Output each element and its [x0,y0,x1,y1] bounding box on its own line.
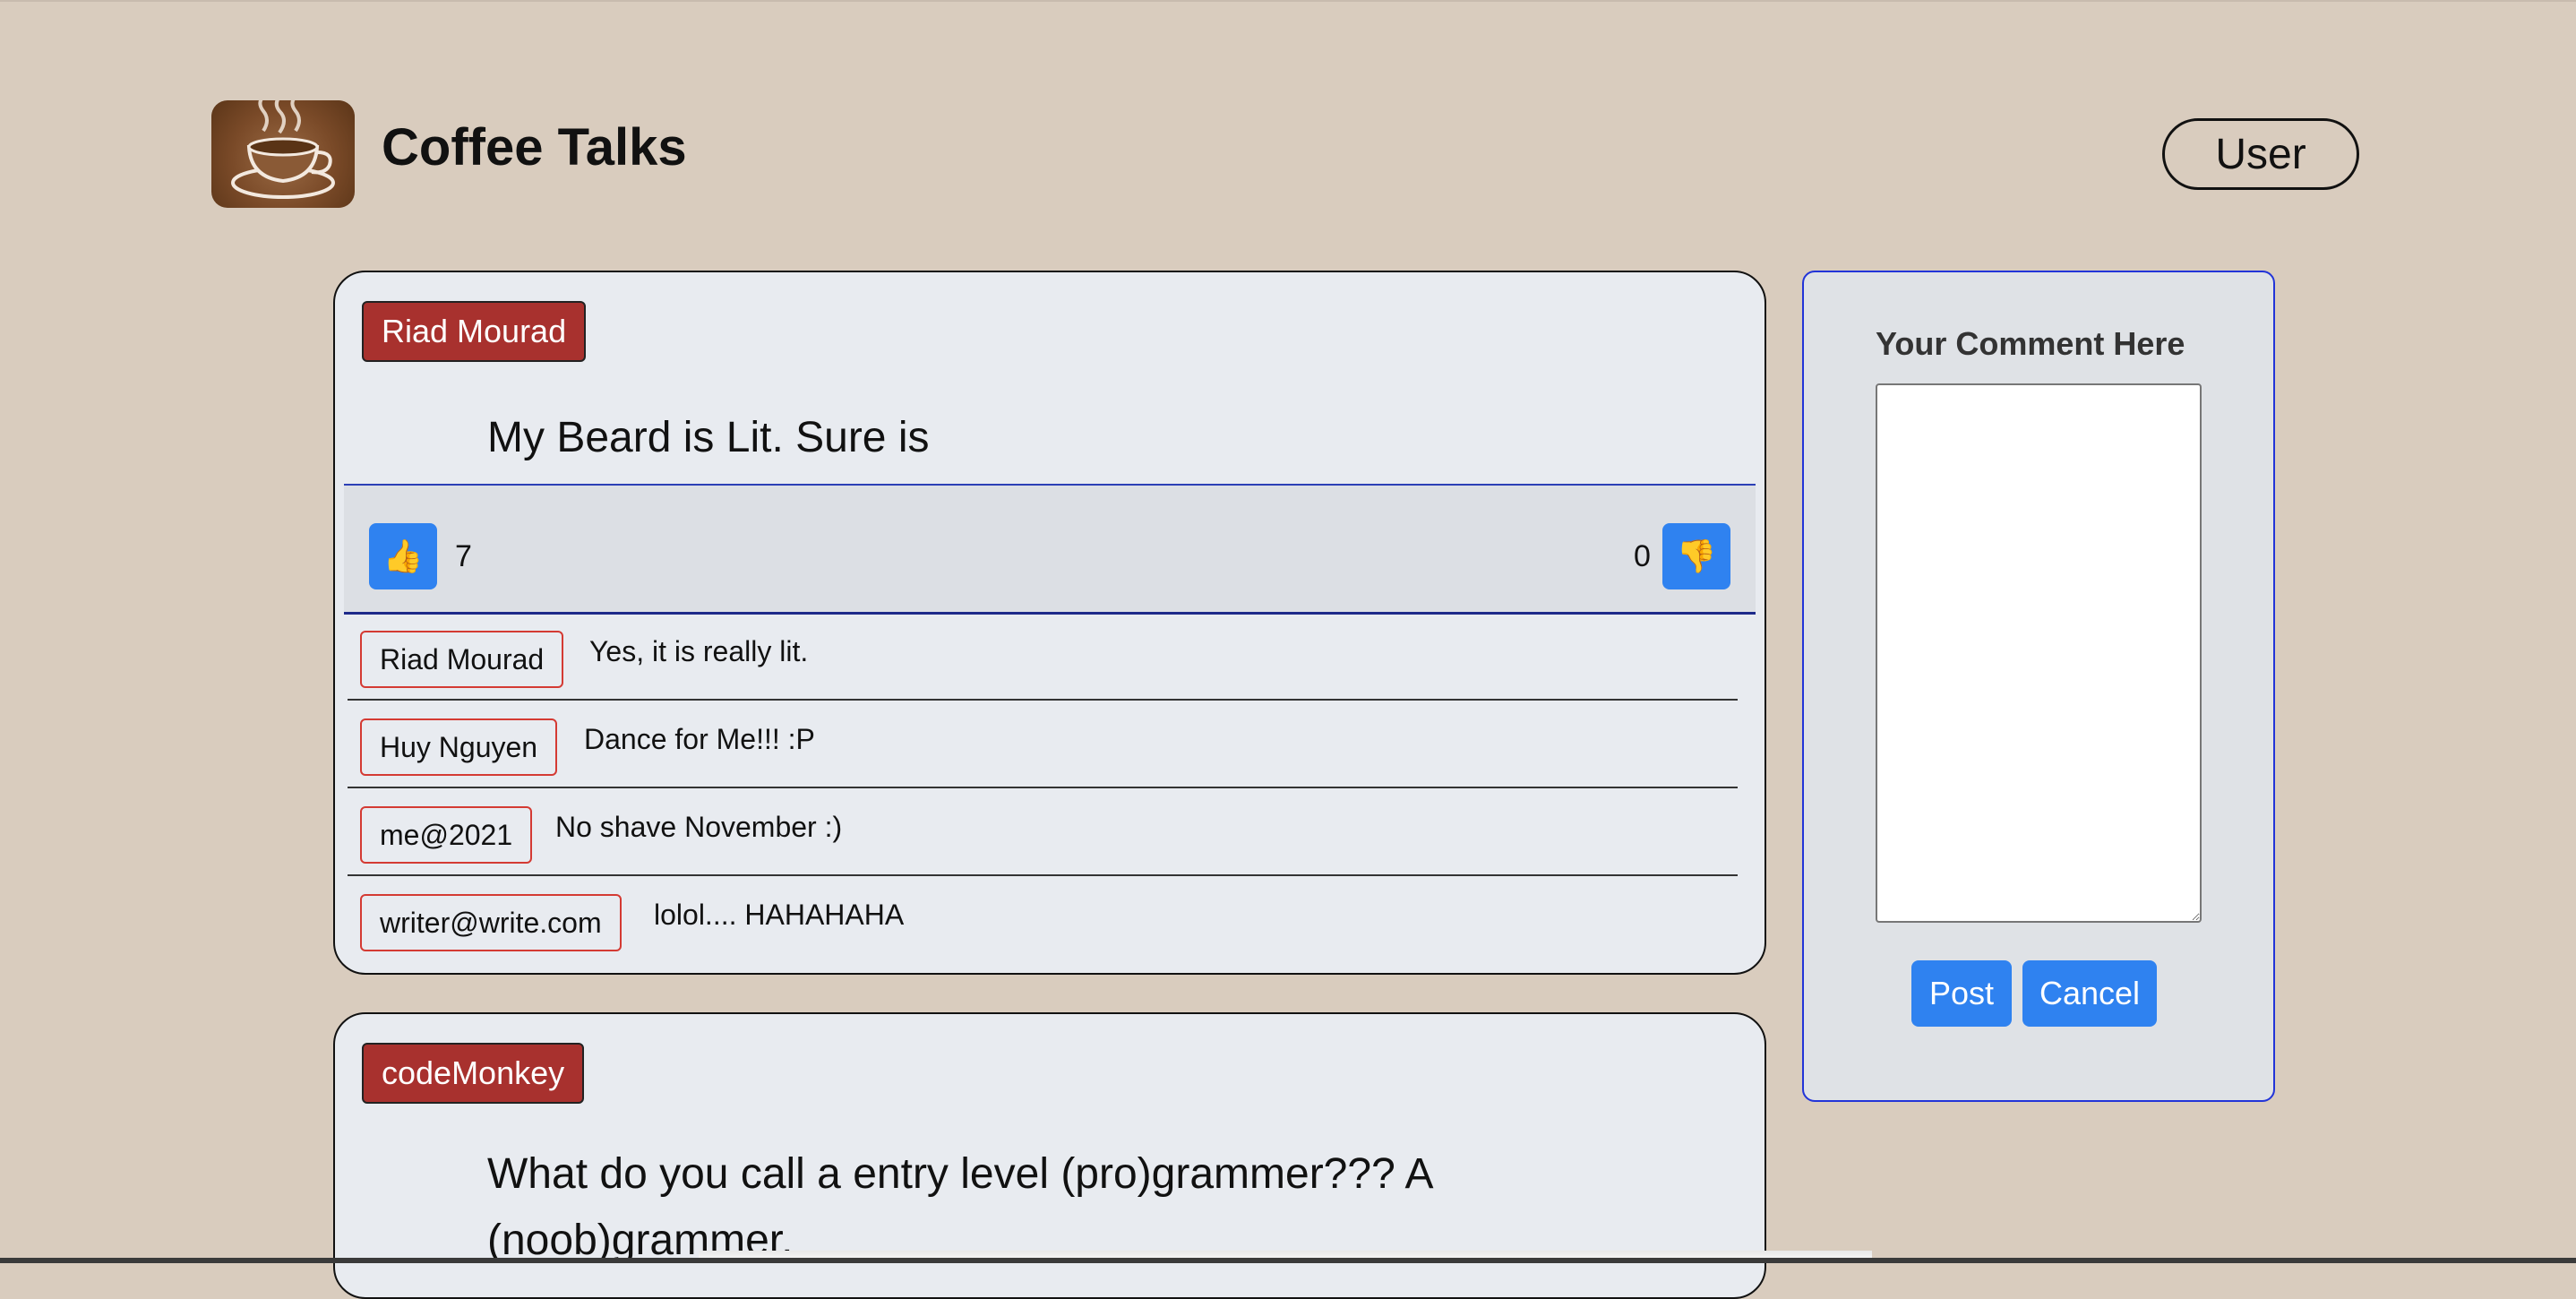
site-title: Coffee Talks [382,118,687,176]
comment-text: No shave November :) [555,811,843,843]
comment-author[interactable]: Riad Mourad [360,631,564,688]
thumbs-up-icon: 👍 [382,538,424,574]
post-button[interactable]: Post [1911,960,2012,1027]
like-button[interactable]: 👍 [369,523,437,589]
comment-row: writer@write.com lolol.... HAHAHAHA [348,878,1738,964]
comment-author[interactable]: writer@write.com [360,894,622,951]
like-count: 7 [455,539,472,573]
coffee-cup-logo [211,100,355,208]
comment-text: Yes, it is really lit. [589,635,809,667]
post-author-badge[interactable]: Riad Mourad [362,301,587,362]
comment-form-panel: Your Comment Here Post Cancel [1802,271,2275,1102]
comment-text: Dance for Me!!! :P [584,723,815,755]
post-author-badge[interactable]: codeMonkey [362,1043,585,1104]
bottom-glow [699,1251,1872,1258]
comment-textarea[interactable] [1876,383,2202,923]
window-top-edge [0,0,2576,2]
dislike-button[interactable]: 👎 [1662,523,1730,589]
user-button[interactable]: User [2162,118,2359,190]
thumbs-down-icon: 👎 [1676,538,1717,574]
comment-author[interactable]: me@2021 [360,806,533,864]
post-title: My Beard is Lit. Sure is [487,414,930,461]
comment-row: Riad Mourad Yes, it is really lit. [348,615,1738,701]
comment-row: me@2021 No shave November :) [348,790,1738,876]
dislike-count: 0 [1634,539,1651,573]
window-bottom-edge [0,1258,2576,1263]
comment-author[interactable]: Huy Nguyen [360,718,558,776]
comment-text: lolol.... HAHAHAHA [654,899,905,931]
comment-row: Huy Nguyen Dance for Me!!! :P [348,702,1738,788]
post-card: Riad Mourad My Beard is Lit. Sure is 👍 7… [333,271,1766,975]
vote-bar: 👍 7 0 👎 [344,484,1756,615]
comment-label: Your Comment Here [1876,325,2185,362]
cancel-button[interactable]: Cancel [2022,960,2157,1027]
